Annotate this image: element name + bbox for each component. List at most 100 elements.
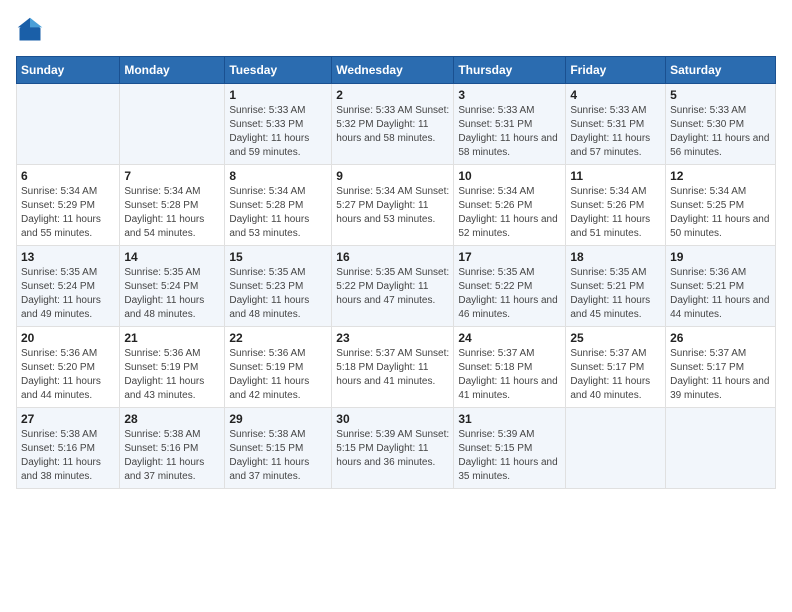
day-number: 27 bbox=[21, 412, 115, 426]
day-number: 11 bbox=[570, 169, 661, 183]
day-number: 29 bbox=[229, 412, 327, 426]
day-number: 9 bbox=[336, 169, 449, 183]
calendar-cell: 11 Sunrise: 5:34 AM Sunset: 5:26 PM Dayli… bbox=[566, 165, 666, 246]
day-info: Sunrise: 5:35 AM Sunset: 5:21 PM Dayligh… bbox=[570, 266, 661, 322]
day-info: Sunrise: 5:36 AM Sunset: 5:19 PM Dayligh… bbox=[229, 347, 327, 403]
day-number: 3 bbox=[458, 88, 561, 102]
day-info: Sunrise: 5:39 AM Sunset: 5:15 PM Dayligh… bbox=[336, 428, 449, 470]
day-info: Sunrise: 5:33 AM Sunset: 5:32 PM Dayligh… bbox=[336, 104, 449, 146]
calendar-cell: 6 Sunrise: 5:34 AM Sunset: 5:29 PM Daylig… bbox=[17, 165, 120, 246]
calendar-cell: 12 Sunrise: 5:34 AM Sunset: 5:25 PM Dayli… bbox=[666, 165, 776, 246]
weekday-header-row: SundayMondayTuesdayWednesdayThursdayFrid… bbox=[17, 57, 776, 84]
calendar-cell: 20Sunrise: 5:36 AM Sunset: 5:20 PM Dayli… bbox=[17, 327, 120, 408]
calendar-cell bbox=[566, 408, 666, 489]
day-info: Sunrise: 5:34 AM Sunset: 5:28 PM Dayligh… bbox=[229, 185, 327, 241]
logo-icon bbox=[16, 16, 44, 44]
day-number: 22 bbox=[229, 331, 327, 345]
day-info: Sunrise: 5:35 AM Sunset: 5:23 PM Dayligh… bbox=[229, 266, 327, 322]
calendar-cell: 26 Sunrise: 5:37 AM Sunset: 5:17 PM Dayli… bbox=[666, 327, 776, 408]
calendar-cell bbox=[666, 408, 776, 489]
day-info: Sunrise: 5:34 AM Sunset: 5:27 PM Dayligh… bbox=[336, 185, 449, 227]
logo bbox=[16, 16, 48, 44]
calendar-cell: 17 Sunrise: 5:35 AM Sunset: 5:22 PM Dayli… bbox=[454, 246, 566, 327]
day-number: 12 bbox=[670, 169, 771, 183]
calendar-cell bbox=[17, 84, 120, 165]
day-info: Sunrise: 5:33 AM Sunset: 5:33 PM Dayligh… bbox=[229, 104, 327, 160]
calendar-cell: 28Sunrise: 5:38 AM Sunset: 5:16 PM Dayli… bbox=[120, 408, 225, 489]
calendar-cell: 3 Sunrise: 5:33 AM Sunset: 5:31 PM Daylig… bbox=[454, 84, 566, 165]
calendar-cell: 22 Sunrise: 5:36 AM Sunset: 5:19 PM Dayli… bbox=[225, 327, 332, 408]
day-info: Sunrise: 5:34 AM Sunset: 5:26 PM Dayligh… bbox=[458, 185, 561, 241]
week-row-4: 20Sunrise: 5:36 AM Sunset: 5:20 PM Dayli… bbox=[17, 327, 776, 408]
week-row-1: 1 Sunrise: 5:33 AM Sunset: 5:33 PM Daylig… bbox=[17, 84, 776, 165]
calendar-cell: 4 Sunrise: 5:33 AM Sunset: 5:31 PM Daylig… bbox=[566, 84, 666, 165]
day-info: Sunrise: 5:33 AM Sunset: 5:31 PM Dayligh… bbox=[570, 104, 661, 160]
calendar-cell: 18 Sunrise: 5:35 AM Sunset: 5:21 PM Dayli… bbox=[566, 246, 666, 327]
day-number: 14 bbox=[124, 250, 220, 264]
day-number: 21 bbox=[124, 331, 220, 345]
calendar-cell: 19 Sunrise: 5:36 AM Sunset: 5:21 PM Dayli… bbox=[666, 246, 776, 327]
calendar-cell: 15 Sunrise: 5:35 AM Sunset: 5:23 PM Dayli… bbox=[225, 246, 332, 327]
day-number: 17 bbox=[458, 250, 561, 264]
day-number: 13 bbox=[21, 250, 115, 264]
day-number: 30 bbox=[336, 412, 449, 426]
day-info: Sunrise: 5:35 AM Sunset: 5:24 PM Dayligh… bbox=[124, 266, 220, 322]
day-info: Sunrise: 5:37 AM Sunset: 5:18 PM Dayligh… bbox=[458, 347, 561, 403]
day-info: Sunrise: 5:36 AM Sunset: 5:21 PM Dayligh… bbox=[670, 266, 771, 322]
calendar-cell: 30 Sunrise: 5:39 AM Sunset: 5:15 PM Dayli… bbox=[332, 408, 454, 489]
day-number: 19 bbox=[670, 250, 771, 264]
calendar-cell: 7Sunrise: 5:34 AM Sunset: 5:28 PM Daylig… bbox=[120, 165, 225, 246]
day-info: Sunrise: 5:35 AM Sunset: 5:22 PM Dayligh… bbox=[458, 266, 561, 322]
calendar-cell: 1 Sunrise: 5:33 AM Sunset: 5:33 PM Daylig… bbox=[225, 84, 332, 165]
calendar-cell bbox=[120, 84, 225, 165]
day-info: Sunrise: 5:34 AM Sunset: 5:29 PM Dayligh… bbox=[21, 185, 115, 241]
weekday-header-thursday: Thursday bbox=[454, 57, 566, 84]
day-number: 10 bbox=[458, 169, 561, 183]
calendar-cell: 8 Sunrise: 5:34 AM Sunset: 5:28 PM Daylig… bbox=[225, 165, 332, 246]
calendar-cell: 27 Sunrise: 5:38 AM Sunset: 5:16 PM Dayli… bbox=[17, 408, 120, 489]
calendar-cell: 29Sunrise: 5:38 AM Sunset: 5:15 PM Dayli… bbox=[225, 408, 332, 489]
day-info: Sunrise: 5:34 AM Sunset: 5:25 PM Dayligh… bbox=[670, 185, 771, 241]
day-number: 7 bbox=[124, 169, 220, 183]
weekday-header-tuesday: Tuesday bbox=[225, 57, 332, 84]
day-number: 4 bbox=[570, 88, 661, 102]
calendar-cell: 31 Sunrise: 5:39 AM Sunset: 5:15 PM Dayli… bbox=[454, 408, 566, 489]
calendar-cell: 2 Sunrise: 5:33 AM Sunset: 5:32 PM Daylig… bbox=[332, 84, 454, 165]
calendar-cell: 21Sunrise: 5:36 AM Sunset: 5:19 PM Dayli… bbox=[120, 327, 225, 408]
day-number: 16 bbox=[336, 250, 449, 264]
page-header bbox=[16, 16, 776, 44]
day-info: Sunrise: 5:33 AM Sunset: 5:31 PM Dayligh… bbox=[458, 104, 561, 160]
calendar-table: SundayMondayTuesdayWednesdayThursdayFrid… bbox=[16, 56, 776, 489]
day-info: Sunrise: 5:39 AM Sunset: 5:15 PM Dayligh… bbox=[458, 428, 561, 484]
day-info: Sunrise: 5:36 AM Sunset: 5:20 PM Dayligh… bbox=[21, 347, 115, 403]
day-number: 25 bbox=[570, 331, 661, 345]
calendar-cell: 16 Sunrise: 5:35 AM Sunset: 5:22 PM Dayli… bbox=[332, 246, 454, 327]
day-number: 2 bbox=[336, 88, 449, 102]
day-number: 28 bbox=[124, 412, 220, 426]
weekday-header-friday: Friday bbox=[566, 57, 666, 84]
day-number: 6 bbox=[21, 169, 115, 183]
day-number: 1 bbox=[229, 88, 327, 102]
day-info: Sunrise: 5:35 AM Sunset: 5:22 PM Dayligh… bbox=[336, 266, 449, 308]
week-row-5: 27 Sunrise: 5:38 AM Sunset: 5:16 PM Dayli… bbox=[17, 408, 776, 489]
weekday-header-saturday: Saturday bbox=[666, 57, 776, 84]
day-info: Sunrise: 5:37 AM Sunset: 5:17 PM Dayligh… bbox=[670, 347, 771, 403]
calendar-cell: 10 Sunrise: 5:34 AM Sunset: 5:26 PM Dayli… bbox=[454, 165, 566, 246]
day-number: 26 bbox=[670, 331, 771, 345]
day-info: Sunrise: 5:37 AM Sunset: 5:17 PM Dayligh… bbox=[570, 347, 661, 403]
weekday-header-wednesday: Wednesday bbox=[332, 57, 454, 84]
day-number: 23 bbox=[336, 331, 449, 345]
day-number: 8 bbox=[229, 169, 327, 183]
day-number: 31 bbox=[458, 412, 561, 426]
calendar-cell: 24Sunrise: 5:37 AM Sunset: 5:18 PM Dayli… bbox=[454, 327, 566, 408]
calendar-cell: 9 Sunrise: 5:34 AM Sunset: 5:27 PM Daylig… bbox=[332, 165, 454, 246]
day-info: Sunrise: 5:33 AM Sunset: 5:30 PM Dayligh… bbox=[670, 104, 771, 160]
day-info: Sunrise: 5:34 AM Sunset: 5:26 PM Dayligh… bbox=[570, 185, 661, 241]
day-info: Sunrise: 5:38 AM Sunset: 5:16 PM Dayligh… bbox=[21, 428, 115, 484]
day-number: 15 bbox=[229, 250, 327, 264]
calendar-cell: 14 Sunrise: 5:35 AM Sunset: 5:24 PM Dayli… bbox=[120, 246, 225, 327]
day-number: 18 bbox=[570, 250, 661, 264]
week-row-2: 6 Sunrise: 5:34 AM Sunset: 5:29 PM Daylig… bbox=[17, 165, 776, 246]
day-number: 5 bbox=[670, 88, 771, 102]
week-row-3: 13 Sunrise: 5:35 AM Sunset: 5:24 PM Dayli… bbox=[17, 246, 776, 327]
